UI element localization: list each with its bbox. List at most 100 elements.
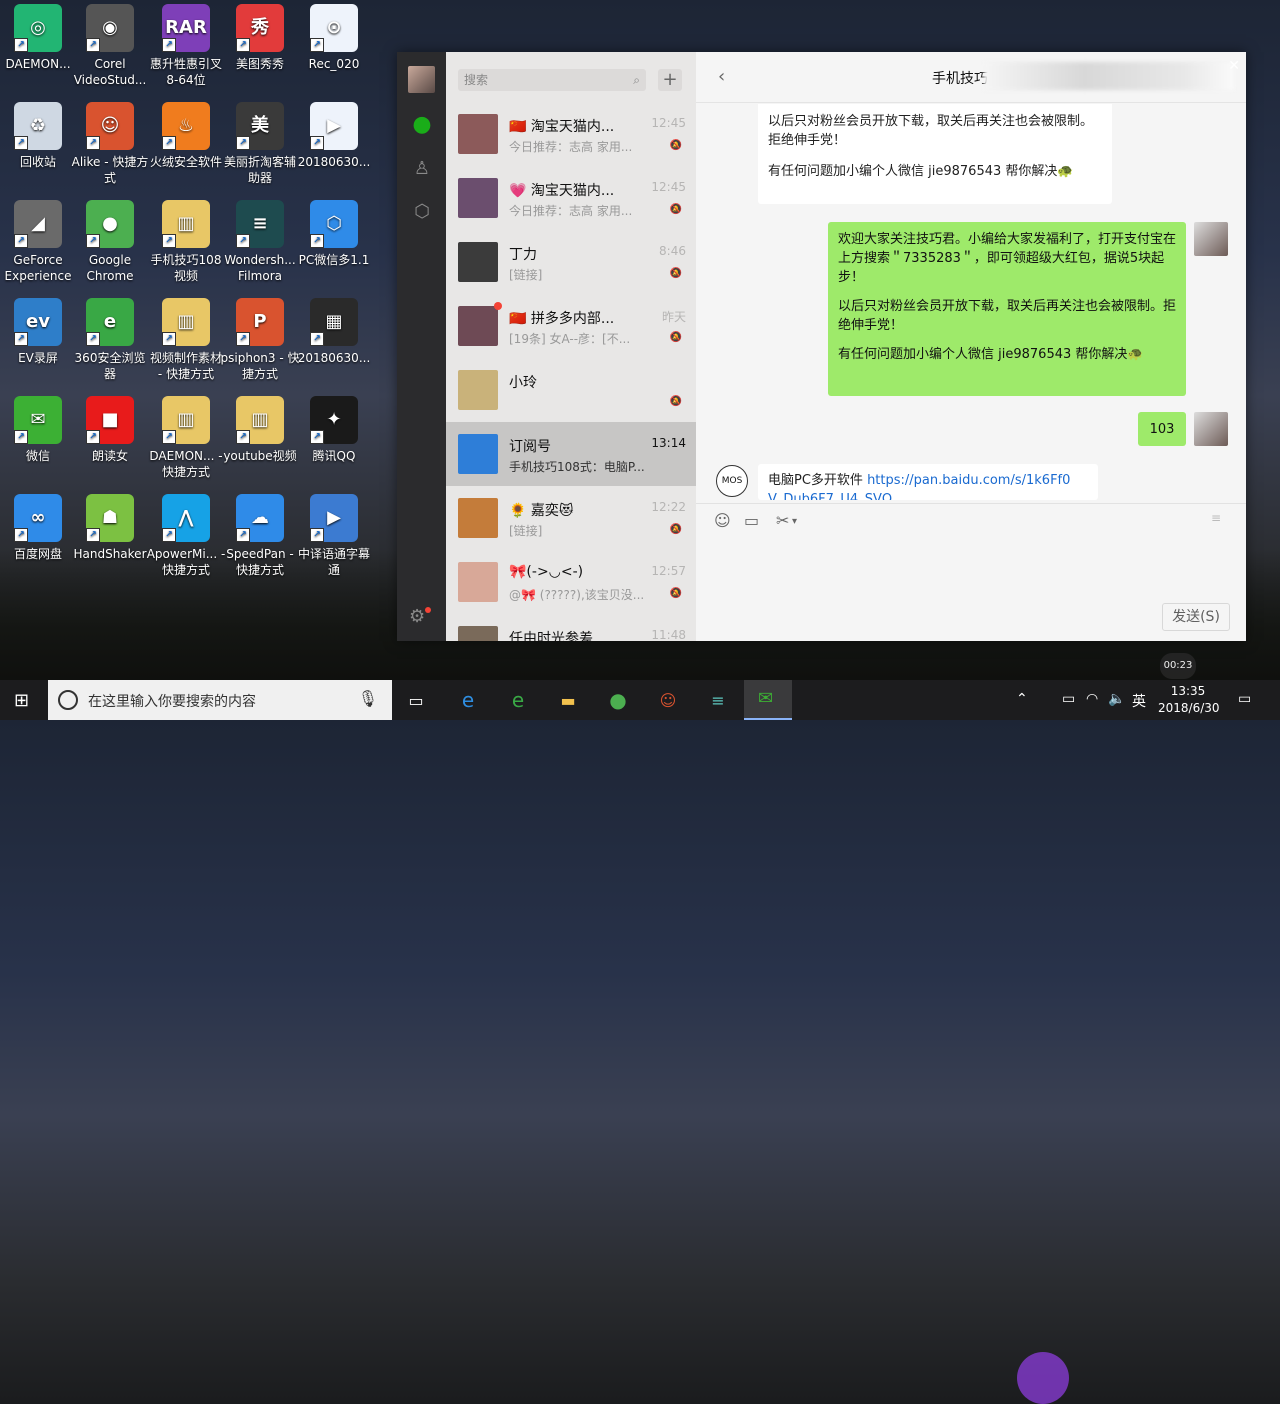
desktop-icon[interactable]: ▥ ↗ 手机技巧108视频 [146,200,226,284]
message-link[interactable]: V_Dub6F7_U4_SVQ [768,492,892,500]
desktop-icon[interactable]: ▶ ↗ 20180630... [294,102,374,170]
chat-icon[interactable]: ● [409,112,435,138]
desktop-icon[interactable]: 秀 ↗ 美图秀秀 [220,4,300,72]
chat-header: ‹ 手机技巧 ✕ [696,52,1246,103]
volume-icon[interactable]: 🔈 [1108,691,1125,707]
desktop-icon[interactable]: ⬡ ↗ PC微信多1.1 [294,200,374,268]
own-avatar[interactable] [1194,412,1228,446]
shortcut-arrow-icon: ↗ [86,332,100,346]
chat-list-item[interactable]: 🇨🇳 淘宝天猫内... 今日推荐：志高 家用... 12:45 🔕 [446,102,696,166]
sender-logo[interactable]: MOS [716,465,748,497]
desktop-icon[interactable]: ▶ ↗ 中译语通字幕通 [294,494,374,578]
desktop-icon[interactable]: ⋀ ↗ ApowerMi... - 快捷方式 [146,494,226,578]
windows-start-icon[interactable]: ⊞ [14,690,29,711]
chat-list-item[interactable]: 任由时光参差...11:48🔕 [446,614,696,641]
desktop-icon[interactable]: ≡ ↗ Wondersh... Filmora [220,200,300,284]
battery-icon[interactable]: ▭ [1062,691,1075,707]
desktop-icon[interactable]: ■ ↗ 朗读女 [70,396,150,464]
chat-list-item[interactable]: 订阅号 手机技巧108式：电脑P... 13:14 [446,422,696,486]
incoming-message: 以后只对粉丝会员开放下载，取关后再关注也会被限制。拒绝伸手党！ 有任何问题加小编… [758,104,1112,204]
desktop-icon-label: 朗读女 [91,449,128,463]
desktop-icon[interactable]: ∞ ↗ 百度网盘 [0,494,78,562]
chat-list-item[interactable]: 🌻 嘉奕😻 [链接] 12:22 🔕 [446,486,696,550]
chat-preview: 手机技巧108式：电脑P... [509,460,644,474]
chat-list-item[interactable]: 🎀(->◡<-) @🎀 (?????),该宝贝没... 12:57 🔕 [446,550,696,614]
notification-icon[interactable]: ▭ [1238,691,1251,707]
message-link[interactable]: https://pan.baidu.com/s/1k6Ff0 [867,473,1070,488]
message-text: 以后只对粉丝会员开放下载，取关后再关注也会被限制。拒绝伸手党！ [768,114,1094,148]
chat-avatar [458,178,498,218]
desktop-icon[interactable]: ● ↗ Google Chrome [70,200,150,284]
search-placeholder: 搜索 [464,73,489,87]
chevron-up-icon[interactable]: ⌃ [1016,691,1028,707]
desktop-icon-label: GeForce Experience [4,253,72,283]
desktop-icon[interactable]: ▥ ↗ youtube视频 [220,396,300,464]
outgoing-message: 欢迎大家关注技巧君。小编给大家发福利了，打开支付宝在上方搜索＂7335283＂，… [828,222,1186,396]
task-view-icon[interactable]: ▭ [402,686,430,714]
desktop-icon[interactable]: ✦ ↗ 腾讯QQ [294,396,374,464]
desktop-icon[interactable]: ▦ ↗ 20180630... [294,298,374,366]
settings-gear-icon[interactable]: ⚙ [409,606,425,627]
search-input[interactable]: 搜索 ⌕ [458,69,646,91]
desktop-icon[interactable]: e ↗ 360安全浏览器 [70,298,150,382]
cursor-highlight [1017,1352,1069,1404]
desktop-icon[interactable]: ▥ ↗ DAEMON... - 快捷方式 [146,396,226,480]
add-chat-button[interactable]: + [658,69,682,91]
edge-icon[interactable]: e [454,686,482,714]
chat-avatar [458,306,498,346]
wechat-taskbar-button[interactable]: ✉ [744,680,792,720]
chat-time: 13:14 [651,436,686,450]
favorites-icon[interactable]: ⬡ [409,199,435,225]
user-avatar[interactable] [408,66,435,93]
app-icon: ▥ ↗ [162,298,210,346]
filmora-icon[interactable]: ≡ [704,686,732,714]
360-browser-icon[interactable]: e [504,686,532,714]
taskbar-search-text: 在这里输入你要搜索的内容 [88,694,256,710]
desktop-icon[interactable]: ☺ ↗ Alike - 快捷方式 [70,102,150,186]
taskbar-search[interactable]: 在这里输入你要搜索的内容 🎙 [48,680,392,720]
alike-icon[interactable]: ☺ [654,686,682,714]
chat-list-item[interactable]: 小玲 🔕 [446,358,696,422]
message-text: 以后只对粉丝会员开放下载，取关后再关注也会被限制。拒绝伸手党！ [838,299,1177,333]
desktop-icon[interactable]: ☁ ↗ SpeedPan - 快捷方式 [220,494,300,578]
desktop-icon[interactable]: ◉ ↗ Corel VideoStud... [70,4,150,88]
mute-icon: 🔕 [669,332,682,343]
desktop-icon[interactable]: ♻ ↗ 回收站 [0,102,78,170]
desktop-icon[interactable]: ◢ ↗ GeForce Experience [0,200,78,284]
message-text: 有任何问题加小编个人微信 jie9876543 帮你解决🐢 [838,347,1144,362]
shortcut-arrow-icon: ↗ [236,38,250,52]
mute-icon: 🔕 [669,524,682,535]
desktop-icon[interactable]: 美 ↗ 美丽折淘客辅助器 [220,102,300,186]
chat-avatar [458,434,498,474]
desktop-icon[interactable]: P ↗ psiphon3 - 快捷方式 [220,298,300,382]
app-icon: ⋀ ↗ [162,494,210,542]
chat-list-item[interactable]: 🇨🇳 拼多多内部... [19条] 女A--彦：[不... 昨天 🔕 [446,294,696,358]
chat-list-item[interactable]: 丁力 [链接] 8:46 🔕 [446,230,696,294]
desktop-icon[interactable]: ev ↗ EV录屏 [0,298,78,366]
clock-date: 2018/6/30 [1158,701,1220,715]
desktop-icon[interactable]: ♨ ↗ 火绒安全软件 [146,102,226,170]
ime-indicator[interactable]: 英 [1132,691,1146,711]
chat-list-item[interactable]: 💗 淘宝天猫内... 今日推荐：志高 家用... 12:45 🔕 [446,166,696,230]
desktop-icon[interactable]: ☗ ↗ HandShaker [70,494,150,562]
desktop-icon[interactable]: ✉ ↗ 微信 [0,396,78,464]
cortana-icon[interactable] [58,690,78,710]
microphone-icon[interactable]: 🎙 [358,689,378,708]
window-controls[interactable]: ✕ [1228,58,1240,74]
desktop-icon[interactable]: RAR ↗ 惠升牲惠引叉8-64位 [146,4,226,88]
contacts-icon[interactable]: ♙ [409,156,435,182]
network-icon[interactable]: ◠ [1086,691,1098,707]
shortcut-arrow-icon: ↗ [162,136,176,150]
own-avatar[interactable] [1194,222,1228,256]
back-icon[interactable]: ‹ [718,66,725,87]
outgoing-message: 103 [1138,412,1186,446]
clock[interactable]: 13:35 2018/6/30 [1158,683,1220,717]
desktop-icon[interactable]: ◎ ↗ DAEMON... [0,4,78,72]
file-explorer-icon[interactable]: ▬ [554,686,582,714]
desktop-icon[interactable]: ⊙ ↗ Rec_020 [294,4,374,72]
desktop-icon[interactable]: ▥ ↗ 视频制作素材 - 快捷方式 [146,298,226,382]
send-button[interactable]: 发送(S) [1162,603,1230,631]
chrome-icon[interactable]: ● [604,686,632,714]
shortcut-arrow-icon: ↗ [310,430,324,444]
wechat-icon: ✉ [758,688,774,709]
